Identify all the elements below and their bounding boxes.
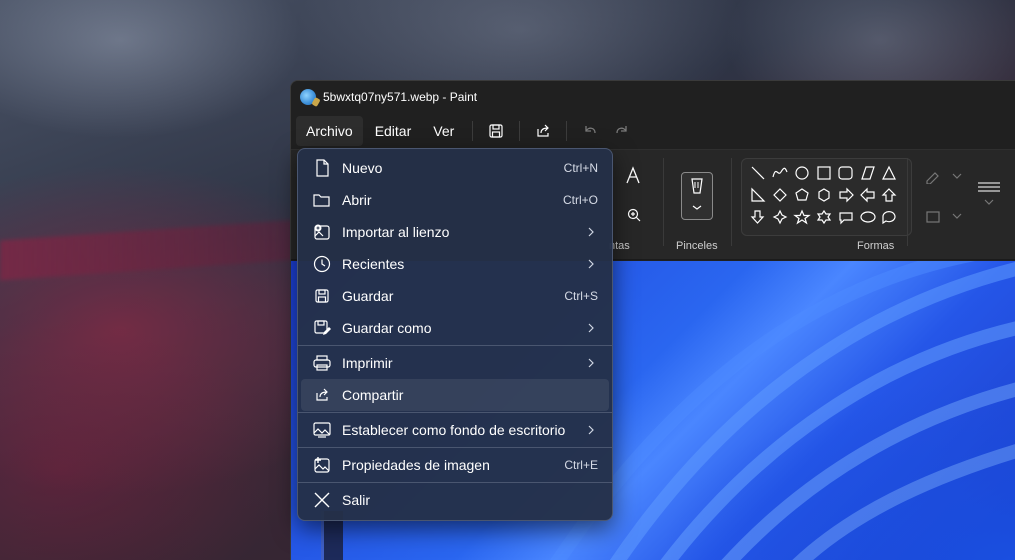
save-icon[interactable]	[481, 116, 511, 146]
save-icon	[313, 287, 331, 305]
menu-item-image-properties[interactable]: Propiedades de imagen Ctrl+E	[301, 449, 609, 481]
shapes-label: Formas	[857, 240, 895, 252]
menu-item-label: Guardar	[342, 288, 394, 304]
image-properties-icon	[313, 456, 331, 474]
menu-view[interactable]: Ver	[423, 116, 464, 146]
chevron-right-icon	[587, 259, 595, 269]
menu-item-open[interactable]: Abrir Ctrl+O	[301, 184, 609, 216]
menu-edit[interactable]: Editar	[365, 116, 422, 146]
menu-item-label: Propiedades de imagen	[342, 457, 490, 473]
menu-item-print[interactable]: Imprimir	[301, 347, 609, 379]
outline-icon[interactable]	[925, 168, 965, 189]
size-icon[interactable]	[976, 180, 1002, 215]
menubar-divider	[519, 121, 521, 141]
share-icon	[313, 386, 331, 404]
menu-item-set-wallpaper[interactable]: Establecer como fondo de escritorio	[301, 414, 609, 446]
printer-icon	[313, 354, 331, 372]
title-bar: 5bwxtq07ny571.webp - Paint	[291, 81, 1015, 113]
menu-item-save-as[interactable]: Guardar como	[301, 312, 609, 344]
menu-item-share[interactable]: Compartir	[301, 379, 609, 411]
text-tool-icon[interactable]	[625, 166, 641, 189]
ribbon-divider	[731, 158, 732, 246]
menubar-divider	[472, 121, 474, 141]
menu-item-label: Abrir	[342, 192, 372, 208]
chevron-right-icon	[587, 358, 595, 368]
menu-divider	[298, 412, 612, 413]
menu-item-label: Recientes	[342, 256, 405, 272]
zoom-icon[interactable]	[627, 208, 641, 227]
ribbon-divider	[907, 158, 908, 246]
menu-item-exit[interactable]: Salir	[301, 484, 609, 516]
shortcut-label: Ctrl+N	[563, 161, 598, 175]
menu-bar: Archivo Editar Ver	[291, 113, 1015, 149]
paint-app-icon	[300, 89, 316, 105]
menubar-divider	[566, 121, 568, 141]
menu-item-label: Compartir	[342, 387, 404, 403]
wallpaper-ridge	[0, 219, 300, 281]
chevron-right-icon	[587, 323, 595, 333]
menu-divider	[298, 345, 612, 346]
brushes-label: Pinceles	[676, 240, 718, 252]
file-menu-dropdown: Nuevo Ctrl+N Abrir Ctrl+O Importar al li…	[297, 148, 613, 521]
clock-icon	[313, 255, 331, 273]
save-as-icon	[313, 319, 331, 337]
share-icon[interactable]	[528, 116, 558, 146]
import-image-icon	[313, 223, 331, 241]
wallpaper-icon	[313, 421, 331, 439]
menu-item-label: Establecer como fondo de escritorio	[342, 422, 566, 438]
chevron-right-icon	[587, 227, 595, 237]
new-file-icon	[313, 159, 331, 177]
menu-item-label: Nuevo	[342, 160, 383, 176]
fill-icon[interactable]	[925, 208, 965, 229]
menu-item-new[interactable]: Nuevo Ctrl+N	[301, 152, 609, 184]
menu-item-recent[interactable]: Recientes	[301, 248, 609, 280]
menu-file[interactable]: Archivo	[296, 116, 363, 146]
menu-item-save[interactable]: Guardar Ctrl+S	[301, 280, 609, 312]
undo-icon[interactable]	[575, 116, 605, 146]
window-title: 5bwxtq07ny571.webp - Paint	[323, 90, 478, 104]
menu-divider	[298, 447, 612, 448]
chevron-right-icon	[587, 425, 595, 435]
shortcut-label: Ctrl+E	[564, 458, 598, 472]
open-folder-icon	[313, 191, 331, 209]
ribbon-divider	[663, 158, 664, 246]
close-icon	[313, 491, 331, 509]
shortcut-label: Ctrl+O	[562, 193, 598, 207]
shortcut-label: Ctrl+S	[564, 289, 598, 303]
redo-icon[interactable]	[607, 116, 637, 146]
brush-button[interactable]	[681, 172, 713, 220]
menu-item-label: Imprimir	[342, 355, 393, 371]
menu-item-label: Salir	[342, 492, 371, 508]
menu-item-label: Guardar como	[342, 320, 432, 336]
menu-item-import[interactable]: Importar al lienzo	[301, 216, 609, 248]
menu-item-label: Importar al lienzo	[342, 224, 450, 240]
shapes-gallery[interactable]	[741, 158, 912, 236]
menu-divider	[298, 482, 612, 483]
